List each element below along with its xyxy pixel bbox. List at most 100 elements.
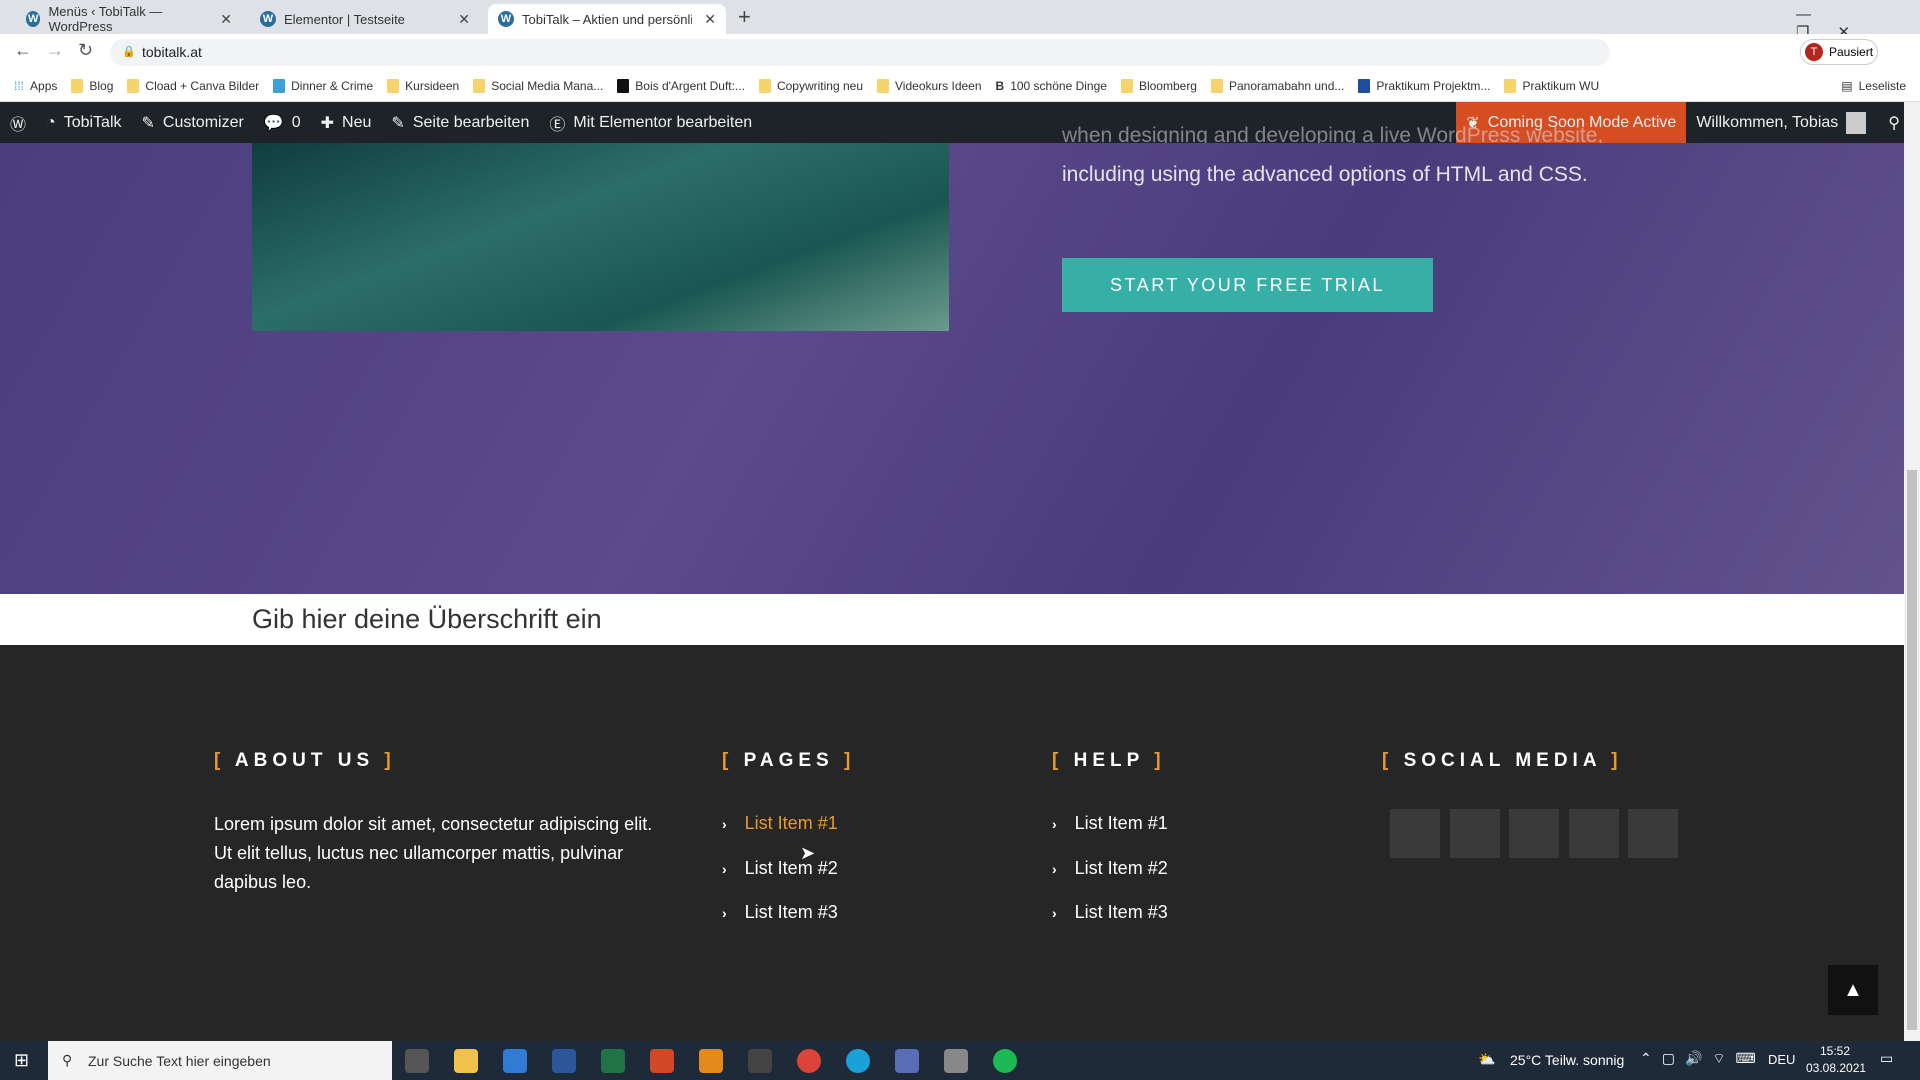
mail-icon[interactable] — [503, 1049, 527, 1073]
bookmark[interactable]: Bois d'Argent Duft:... — [617, 78, 745, 93]
pages-list-item[interactable]: › List Item #1 — [722, 813, 838, 834]
wp-logo-icon[interactable]: Ⓦ — [10, 111, 26, 135]
jd-icon — [273, 78, 286, 93]
tab-menus[interactable]: W Menüs ‹ TobiTalk — WordPress ✕ — [16, 4, 242, 34]
chevron-right-icon: › — [1052, 860, 1057, 877]
admin-account[interactable]: Willkommen, Tobias — [1696, 111, 1867, 134]
footer-heading-pages: [ PAGES ] — [722, 750, 856, 771]
word-icon[interactable] — [552, 1049, 576, 1073]
bookmark[interactable]: Panoramabahn und... — [1210, 78, 1344, 93]
forward-icon[interactable]: → — [46, 40, 64, 61]
app-icon[interactable] — [944, 1049, 968, 1073]
help-list-item[interactable]: › List Item #2 — [1052, 858, 1168, 879]
chevron-right-icon: › — [722, 860, 727, 877]
spotify-icon[interactable] — [993, 1049, 1017, 1073]
social-icon[interactable] — [1390, 809, 1440, 858]
chevron-right-icon: › — [1052, 904, 1057, 921]
folder-icon — [1210, 78, 1223, 93]
social-icon[interactable] — [1628, 809, 1678, 858]
powerpoint-icon[interactable] — [650, 1049, 674, 1073]
bookmarks-bar: ⁞⁞⁞ Apps Blog Cload + Canva Bilder Dinner… — [0, 70, 1920, 102]
pages-list-item[interactable]: › List Item #2 — [722, 858, 838, 879]
pencil-icon: ✎ — [391, 114, 405, 132]
wordpress-icon: W — [260, 11, 276, 27]
social-icon[interactable] — [1569, 809, 1619, 858]
wp-admin-bar: Ⓦ ◔ TobiTalk ✎ Customizer 💬 0 ✚ Neu ✎ Seite b… — [0, 102, 1920, 143]
social-icon[interactable] — [1450, 809, 1500, 858]
windows-start-icon[interactable]: ⊞ — [14, 1050, 29, 1071]
folder-icon — [473, 78, 486, 93]
social-icon[interactable] — [1509, 809, 1559, 858]
scroll-to-top-button[interactable]: ▲ — [1828, 965, 1878, 1015]
scrollbar-thumb[interactable] — [1907, 470, 1917, 1030]
search-icon[interactable]: ⚲ — [1888, 113, 1900, 133]
bookmark[interactable]: Blog — [71, 78, 113, 93]
folder-icon — [387, 78, 400, 93]
back-icon[interactable]: ← — [14, 40, 32, 61]
close-icon[interactable]: ✕ — [458, 11, 470, 28]
chrome-icon[interactable] — [797, 1049, 821, 1073]
admin-comments[interactable]: 💬 0 — [264, 113, 301, 133]
close-icon[interactable]: ✕ — [220, 11, 232, 28]
taskbar-search-input[interactable]: ⚲ Zur Suche Text hier eingeben — [48, 1041, 392, 1080]
admin-elementor[interactable]: Ⓔ Mit Elementor bearbeiten — [549, 111, 752, 135]
lock-icon: 🔒 — [122, 46, 136, 58]
site-icon — [617, 78, 630, 93]
language-indicator[interactable]: DEU — [1768, 1052, 1795, 1067]
about-text: Lorem ipsum dolor sit amet, consectetur … — [214, 814, 653, 892]
admin-site[interactable]: ◔ TobiTalk — [46, 114, 121, 132]
help-list-item[interactable]: › List Item #3 — [1052, 902, 1168, 923]
reading-list[interactable]: ▤ Leseliste — [1841, 79, 1906, 93]
clock-time[interactable]: 15:52 — [1820, 1044, 1850, 1058]
reload-icon[interactable]: ↻ — [78, 40, 93, 61]
app-icon[interactable] — [895, 1049, 919, 1073]
wordpress-icon: W — [498, 11, 514, 27]
section-heading: Gib hier deine Überschrift ein — [252, 604, 602, 634]
admin-customizer[interactable]: ✎ Customizer — [142, 113, 244, 133]
edge-icon[interactable] — [846, 1049, 870, 1073]
url-input[interactable]: 🔒 tobitalk.at — [110, 39, 1610, 66]
bookmark[interactable]: Dinner & Crime — [273, 78, 373, 93]
excel-icon[interactable] — [601, 1049, 625, 1073]
bookmark[interactable]: Videokurs Ideen — [877, 78, 982, 93]
start-free-trial-button[interactable]: START YOUR FREE TRIAL — [1062, 258, 1433, 312]
clock-date[interactable]: 03.08.2021 — [1806, 1061, 1866, 1075]
bookmark[interactable]: Copywriting neu — [758, 78, 863, 93]
close-icon[interactable]: ✕ — [704, 11, 716, 28]
b-icon: B — [995, 78, 1005, 93]
j-icon — [1358, 78, 1371, 93]
brush-icon: ✎ — [141, 114, 155, 132]
bookmark[interactable]: Praktikum WU — [1504, 78, 1599, 93]
admin-new[interactable]: ✚ Neu — [321, 113, 372, 133]
tab-tobitalk[interactable]: WTobiTalk – Aktien und persönliche✕ — [488, 4, 726, 34]
bookmark[interactable]: Kursideen — [387, 78, 459, 93]
footer-heading-social: [ SOCIAL MEDIA ] — [1382, 750, 1623, 771]
footer-heading-help: [ HELP ] — [1052, 750, 1166, 771]
bookmark[interactable]: Bloomberg — [1120, 78, 1197, 93]
bookmark[interactable]: Praktikum Projektm... — [1358, 78, 1490, 93]
file-explorer-icon[interactable] — [454, 1049, 478, 1073]
task-view-icon[interactable] — [405, 1049, 429, 1073]
bookmark[interactable]: B 100 schöne Dinge — [996, 79, 1107, 93]
avatar — [1846, 111, 1867, 134]
admin-edit-page[interactable]: ✎ Seite bearbeiten — [391, 113, 529, 133]
profile-button[interactable]: T Pausiert — [1800, 39, 1878, 65]
apps-icon: ⁞⁞⁞ — [14, 78, 25, 93]
notification-icon[interactable]: ▭ — [1880, 1050, 1893, 1067]
pages-list-item[interactable]: › List Item #3 — [722, 902, 838, 923]
new-tab-icon[interactable]: + — [738, 4, 751, 30]
help-list-item[interactable]: › List Item #1 — [1052, 813, 1168, 834]
weather-text[interactable]: 25°C Teilw. sonnig — [1510, 1052, 1624, 1068]
folder-icon — [1120, 78, 1133, 93]
bookmark-apps[interactable]: ⁞⁞⁞ Apps — [14, 79, 57, 93]
search-icon: ⚲ — [62, 1052, 73, 1068]
app-icon[interactable] — [699, 1049, 723, 1073]
bookmark[interactable]: Cload + Canva Bilder — [127, 78, 259, 93]
app-icon[interactable] — [748, 1049, 772, 1073]
tray-icons[interactable]: ⌃▢🔊⌔⌨ — [1640, 1050, 1766, 1068]
chevron-right-icon: › — [1052, 815, 1057, 832]
folder-icon — [127, 78, 140, 93]
bookmark[interactable]: Social Media Mana... — [473, 78, 603, 93]
tab-elementor[interactable]: W Elementor | Testseite ✕ — [250, 4, 480, 34]
folder-icon — [758, 78, 771, 93]
